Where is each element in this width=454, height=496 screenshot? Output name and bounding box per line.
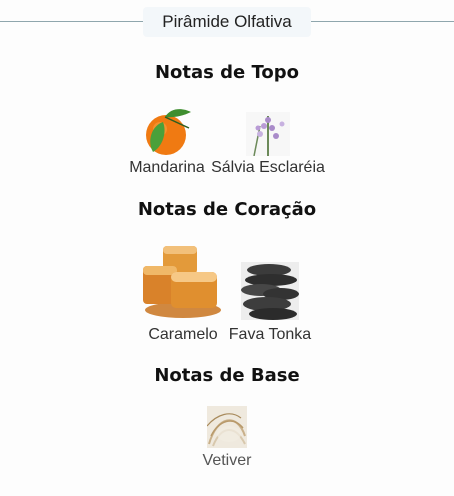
top-notes-heading: Notas de Topo xyxy=(154,62,300,83)
header-divider-left xyxy=(0,21,143,22)
note-label-salvia: Sálvia Esclaréia xyxy=(211,159,325,176)
note-vetiver: Vetiver xyxy=(190,406,264,472)
note-label-mandarina: Mandarina xyxy=(129,159,205,176)
tonka-bean-icon xyxy=(241,262,299,320)
header-divider-right xyxy=(311,21,454,22)
caramel-icon xyxy=(143,246,221,318)
note-label-caramelo: Caramelo xyxy=(148,326,218,343)
clary-sage-icon xyxy=(246,112,290,156)
page-title: Pirâmide Olfativa xyxy=(143,7,311,37)
note-caramelo: Caramelo xyxy=(141,244,225,344)
note-label-vetiver: Vetiver xyxy=(202,452,252,469)
base-notes-heading: Notas de Base xyxy=(154,365,300,386)
note-salvia-esclareia: Sálvia Esclaréia xyxy=(208,102,328,178)
note-fava-tonka: Fava Tonka xyxy=(225,244,315,344)
mandarin-icon xyxy=(146,109,191,155)
pyramid-header: Pirâmide Olfativa xyxy=(0,7,454,37)
note-label-fava-tonka: Fava Tonka xyxy=(228,326,312,343)
heart-notes-heading: Notas de Coração xyxy=(137,199,317,220)
vetiver-icon xyxy=(207,406,247,448)
note-mandarina: Mandarina xyxy=(126,102,208,178)
